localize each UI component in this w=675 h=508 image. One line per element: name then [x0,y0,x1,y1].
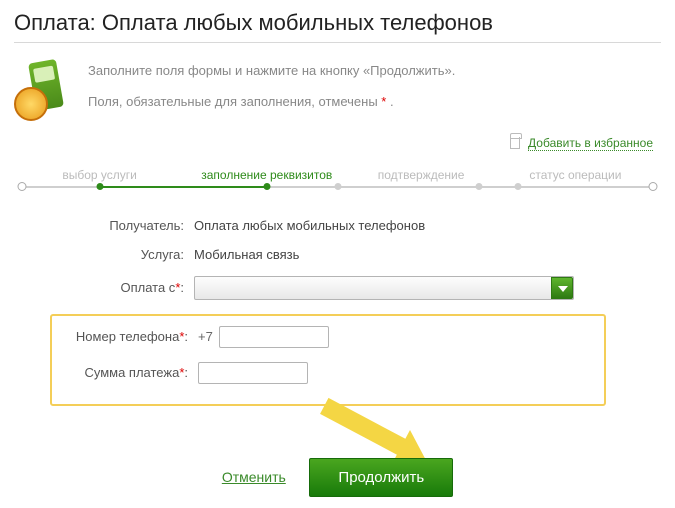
cancel-link[interactable]: Отменить [222,469,286,485]
page-title: Оплата: Оплата любых мобильных телефонов [14,10,661,43]
phone-prefix: +7 [198,329,213,344]
phone-payment-icon [14,61,74,121]
bookmark-icon [510,137,520,149]
chevron-down-icon [551,277,573,299]
phone-input[interactable] [219,326,329,348]
continue-button[interactable]: Продолжить [309,458,453,497]
step-2: заполнение реквизитов [201,168,332,182]
recipient-label: Получатель: [14,218,194,233]
intro-line2: Поля, обязательные для заполнения, отмеч… [88,92,661,113]
step-1: выбор услуги [62,168,137,182]
highlight-box: Номер телефона*: +7 Сумма платежа*: [50,314,606,406]
arrow-callout-icon [320,398,408,456]
phone-label: Номер телефона*: [60,329,198,344]
intro-text: Заполните поля формы и нажмите на кнопку… [88,61,661,123]
amount-label: Сумма платежа*: [60,365,198,380]
amount-input[interactable] [198,362,308,384]
progress-steps: выбор услуги заполнение реквизитов подтв… [16,168,659,192]
recipient-value: Оплата любых мобильных телефонов [194,218,425,233]
step-3: подтверждение [378,168,465,182]
service-label: Услуга: [14,247,194,262]
step-4: статус операции [529,168,621,182]
add-favorites-link[interactable]: Добавить в избранное [528,136,653,151]
intro-line1: Заполните поля формы и нажмите на кнопку… [88,61,661,82]
payfrom-select[interactable] [194,276,574,300]
payfrom-label: Оплата с*: [14,280,194,295]
service-value: Мобильная связь [194,247,299,262]
